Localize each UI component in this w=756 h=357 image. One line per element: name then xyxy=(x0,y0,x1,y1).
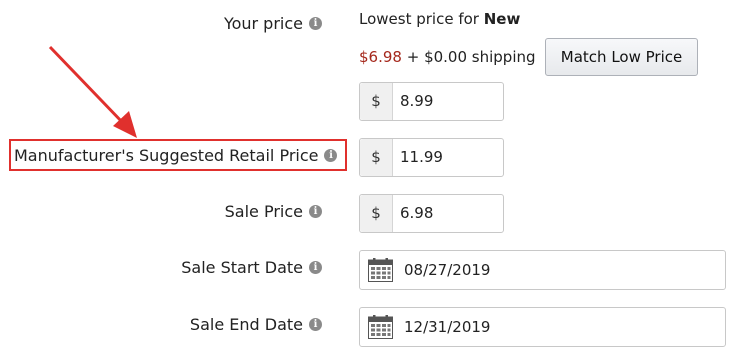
match-low-price-button[interactable]: Match Low Price xyxy=(545,38,698,76)
lowest-price-line: Lowest price for New xyxy=(359,10,520,28)
sale-end-date-input[interactable]: 12/31/2019 xyxy=(359,307,726,347)
currency-symbol: $ xyxy=(360,83,393,120)
lowest-price-prefix: Lowest price for xyxy=(359,10,479,28)
sale-end-date-label: Sale End Date i xyxy=(190,315,322,334)
info-icon[interactable]: i xyxy=(309,261,322,274)
msrp-value[interactable]: 11.99 xyxy=(400,139,443,176)
sale-start-date-input[interactable]: 08/27/2019 xyxy=(359,250,726,290)
your-price-label: Your price i xyxy=(224,14,322,33)
info-icon[interactable]: i xyxy=(309,17,322,30)
sale-start-date-label: Sale Start Date i xyxy=(181,258,322,277)
lowest-price-value: $6.98 xyxy=(359,48,402,66)
lowest-price-condition: New xyxy=(483,10,521,28)
calendar-icon[interactable] xyxy=(368,258,393,282)
calendar-icon[interactable] xyxy=(368,315,393,339)
currency-symbol: $ xyxy=(360,195,393,232)
sale-price-input[interactable]: $ 6.98 xyxy=(359,194,504,233)
info-icon[interactable]: i xyxy=(309,205,322,218)
info-icon[interactable]: i xyxy=(309,318,322,331)
sale-price-value[interactable]: 6.98 xyxy=(400,195,433,232)
currency-symbol: $ xyxy=(360,139,393,176)
sale-end-date-value[interactable]: 12/31/2019 xyxy=(404,308,490,346)
your-price-input[interactable]: $ 8.99 xyxy=(359,82,504,121)
msrp-label: Manufacturer's Suggested Retail Price i xyxy=(14,146,338,165)
sale-price-label: Sale Price i xyxy=(225,202,322,221)
sale-start-date-value[interactable]: 08/27/2019 xyxy=(404,251,490,289)
shipping-text: + $0.00 shipping xyxy=(406,48,536,66)
lowest-price-offer: $6.98 + $0.00 shipping xyxy=(359,48,536,66)
msrp-input[interactable]: $ 11.99 xyxy=(359,138,504,177)
info-icon[interactable]: i xyxy=(324,149,338,162)
your-price-value[interactable]: 8.99 xyxy=(400,83,433,120)
